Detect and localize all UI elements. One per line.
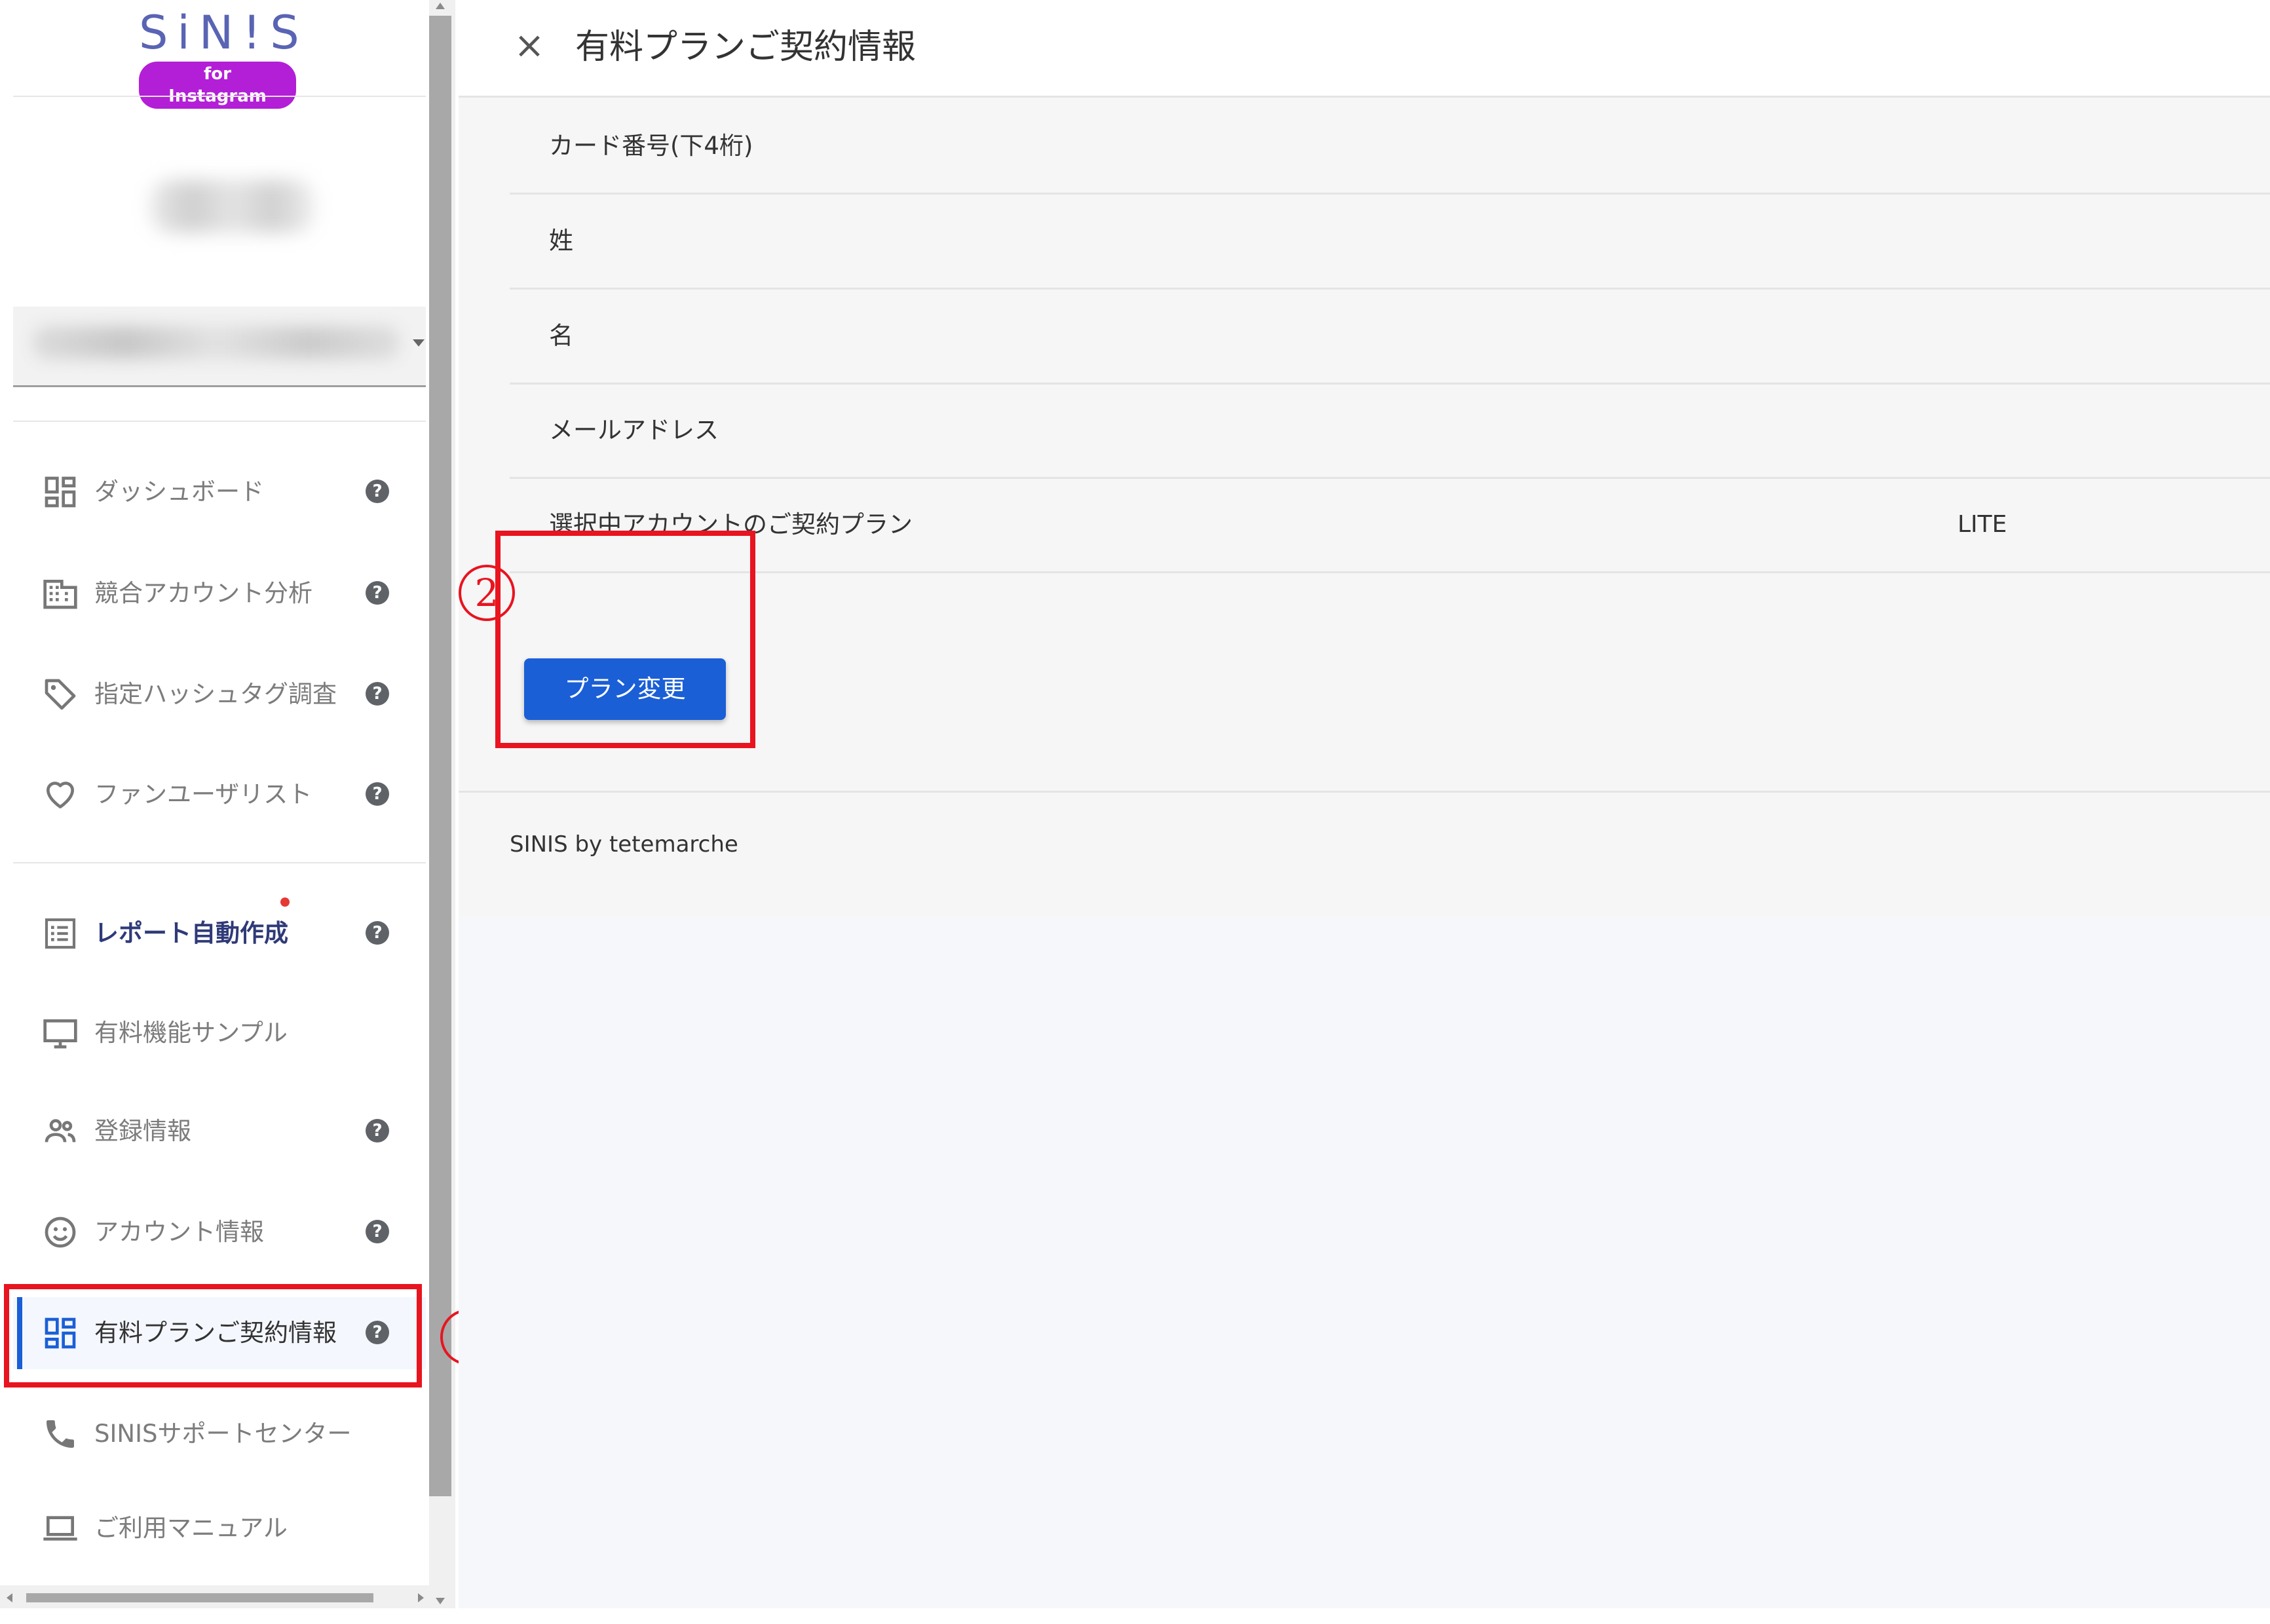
horizontal-scrollbar[interactable] <box>0 1585 429 1608</box>
sidebar-item-paid-feature-sample[interactable]: 有料機能サンプル <box>13 997 426 1069</box>
list-icon <box>45 918 76 949</box>
blurred-avatar <box>151 180 314 233</box>
sidebar-item-competitor-analysis[interactable]: 競合アカウント分析 ? <box>13 557 426 630</box>
row-label: カード番号(下4桁) <box>549 132 753 160</box>
help-icon[interactable]: ? <box>366 1119 389 1142</box>
scrollbar-thumb[interactable] <box>26 1593 373 1602</box>
scroll-down-icon[interactable] <box>436 1598 445 1604</box>
sidebar-item-label: 有料機能サンプル <box>94 1019 288 1047</box>
divider <box>13 862 426 863</box>
scroll-up-icon[interactable] <box>436 3 445 9</box>
account-select[interactable] <box>13 307 426 387</box>
heart-icon <box>47 782 74 808</box>
footer-text: SINIS by tetemarche <box>510 831 738 858</box>
info-row-first-name: 名 <box>510 290 2270 385</box>
close-icon[interactable]: × <box>510 26 549 66</box>
help-icon[interactable]: ? <box>366 682 389 706</box>
help-icon[interactable]: ? <box>366 782 389 806</box>
smiley-icon <box>45 1217 76 1248</box>
row-label: 名 <box>549 322 573 350</box>
scroll-left-icon[interactable] <box>7 1593 12 1602</box>
annotation-number-2: 2 <box>459 565 515 621</box>
info-row-email: メールアドレス <box>510 384 2270 479</box>
info-row-last-name: 姓 <box>510 195 2270 290</box>
monitor-icon <box>43 1019 77 1049</box>
sidebar-item-label: 競合アカウント分析 <box>94 579 312 607</box>
phone-icon <box>47 1420 74 1448</box>
sidebar-item-dashboard[interactable]: ダッシュボード ? <box>13 456 426 528</box>
dropdown-caret-icon <box>413 339 425 347</box>
tag-icon <box>45 679 76 710</box>
sidebar-item-label: ファンユーザリスト <box>94 780 312 808</box>
sidebar-item-account-info[interactable]: アカウント情報 ? <box>13 1196 426 1268</box>
annotation-highlight-box-2 <box>495 531 755 748</box>
blurred-account-name <box>33 326 400 359</box>
laptop-icon <box>43 1516 77 1541</box>
plan-value: LITE <box>1958 511 2007 538</box>
sidebar-item-label: ダッシュボード <box>94 478 264 506</box>
main-panel: × 有料プランご契約情報 カード番号(下4桁) 姓 名 メールアドレス 選択中ア… <box>459 0 2270 1608</box>
sidebar-item-label: 指定ハッシュタグ調査 <box>94 680 337 708</box>
info-row-contract-plan: 選択中アカウントのご契約プラン LITE <box>510 478 2270 573</box>
divider <box>459 791 2270 793</box>
row-label: 姓 <box>549 227 573 255</box>
sidebar-item-support-center[interactable]: SINISサポートセンター <box>13 1398 426 1470</box>
page-header: × 有料プランご契約情報 <box>459 0 2270 98</box>
dashboard-icon <box>45 476 76 508</box>
vertical-scrollbar[interactable] <box>429 0 455 1608</box>
scroll-right-icon[interactable] <box>418 1593 424 1602</box>
page-title: 有料プランご契約情報 <box>575 28 917 67</box>
divider <box>13 96 426 97</box>
help-icon[interactable]: ? <box>366 480 389 503</box>
help-icon[interactable]: ? <box>366 1220 389 1243</box>
logo-badge: for Instagram <box>139 62 296 109</box>
sidebar-item-label: レポート自動作成 <box>94 919 288 947</box>
info-row-card-number: カード番号(下4桁) <box>510 100 2270 195</box>
row-label: メールアドレス <box>549 416 719 444</box>
sidebar-item-hashtag-research[interactable]: 指定ハッシュタグ調査 ? <box>13 658 426 730</box>
sidebar-item-label: SINISサポートセンター <box>94 1420 352 1448</box>
building-icon <box>43 580 77 609</box>
annotation-highlight-box-1 <box>4 1284 422 1388</box>
sinis-logo[interactable]: SiN!S for Instagram <box>139 5 309 109</box>
sidebar-item-label: ご利用マニュアル <box>94 1514 288 1542</box>
help-icon[interactable]: ? <box>366 921 389 945</box>
sidebar-item-fan-user-list[interactable]: ファンユーザリスト ? <box>13 759 426 831</box>
sidebar-item-label: 登録情報 <box>94 1117 191 1145</box>
sidebar-item-registration-info[interactable]: 登録情報 ? <box>13 1095 426 1167</box>
scrollbar-thumb[interactable] <box>429 16 451 1496</box>
notification-dot <box>280 897 290 907</box>
sidebar-item-auto-report[interactable]: レポート自動作成 ? <box>13 897 426 970</box>
people-icon <box>45 1119 76 1142</box>
help-icon[interactable]: ? <box>366 581 389 605</box>
sidebar-item-user-manual[interactable]: ご利用マニュアル <box>13 1492 426 1564</box>
sidebar-item-label: アカウント情報 <box>94 1218 264 1246</box>
logo-text: SiN!S <box>139 6 309 60</box>
divider <box>13 421 426 422</box>
contract-info-panel: カード番号(下4桁) 姓 名 メールアドレス 選択中アカウントのご契約プラン L… <box>459 98 2270 916</box>
sidebar: SiN!S for Instagram ダッシュボード ? 競合アカウント分析 … <box>0 0 429 1608</box>
